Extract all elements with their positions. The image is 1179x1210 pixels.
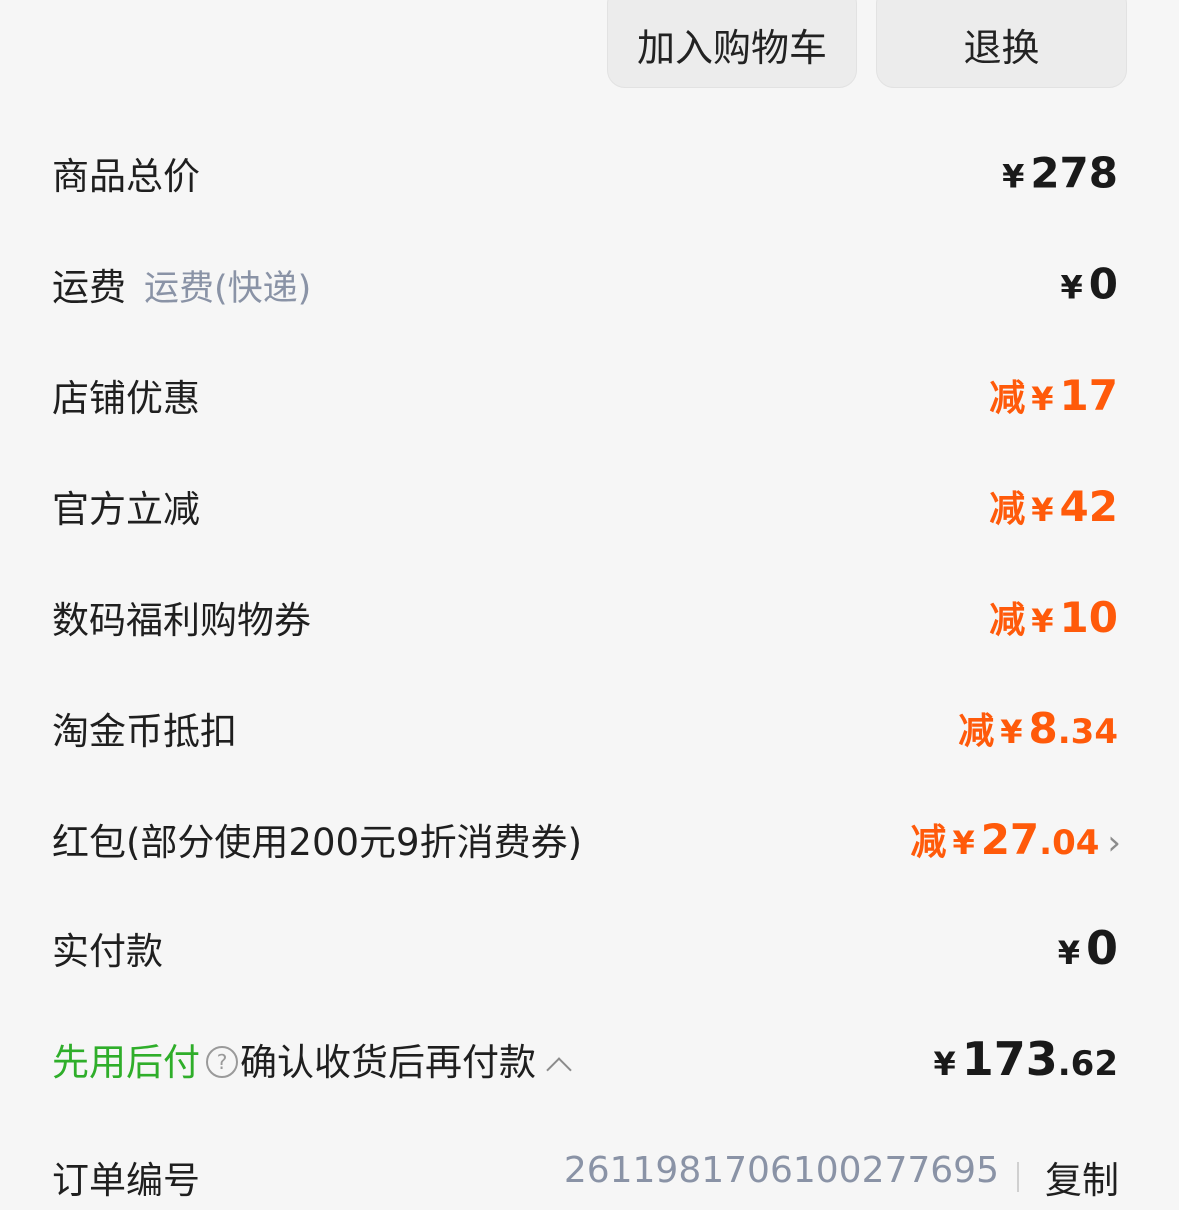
- official-discount-value: 减 ¥ 42: [989, 480, 1118, 532]
- shipping-label: 运费: [52, 266, 126, 309]
- row-order-number: 订单编号 2611981706100277695 复制: [0, 1150, 1179, 1210]
- red-packet-value: 减 ¥ 27.04 ›: [910, 813, 1121, 865]
- shipping-method: 运费(快递): [144, 269, 312, 309]
- discount-prefix: 减: [989, 600, 1026, 641]
- pay-later-cents: .62: [1057, 1044, 1118, 1084]
- official-discount-amount: 42: [1059, 482, 1118, 531]
- total-value: ¥ 278: [1002, 149, 1118, 198]
- actual-paid-amount: 0: [1085, 921, 1118, 975]
- discount-prefix: 减: [958, 711, 995, 752]
- row-red-packet[interactable]: 红包(部分使用200元9折消费券) 减 ¥ 27.04 ›: [0, 784, 1179, 894]
- store-discount-amount: 17: [1059, 371, 1118, 420]
- currency-symbol: ¥: [1060, 268, 1083, 307]
- red-packet-label: 红包(部分使用200元9折消费券): [52, 821, 583, 864]
- actual-paid-value: ¥ 0: [1058, 921, 1118, 975]
- row-shipping: 运费 运费(快递) ¥ 0: [0, 229, 1179, 339]
- pay-later-amount: 173: [961, 1032, 1058, 1086]
- digital-coupon-value: 减 ¥ 10: [989, 591, 1118, 643]
- store-discount-value: 减 ¥ 17: [989, 369, 1118, 421]
- pay-later-description: 确认收货后再付款: [240, 1041, 536, 1084]
- discount-prefix: 减: [910, 822, 947, 863]
- chevron-up-icon[interactable]: [546, 1057, 572, 1083]
- shipping-amount: 0: [1088, 259, 1118, 309]
- chevron-right-icon[interactable]: ›: [1107, 823, 1121, 863]
- order-number-label: 订单编号: [52, 1159, 200, 1202]
- row-taojin-coins: 淘金币抵扣 减 ¥ 8.34: [0, 673, 1179, 783]
- taojin-coins-value: 减 ¥ 8.34: [958, 702, 1118, 754]
- help-icon[interactable]: ?: [206, 1045, 238, 1078]
- total-label: 商品总价: [52, 155, 200, 198]
- order-number-value: 2611981706100277695: [563, 1150, 999, 1191]
- row-digital-coupon: 数码福利购物券 减 ¥ 10: [0, 562, 1179, 672]
- pay-later-label-group: 先用后付? 确认收货后再付款: [52, 1032, 572, 1086]
- taojin-coins-cents: .34: [1057, 712, 1118, 752]
- red-packet-cents: .04: [1039, 823, 1100, 863]
- row-total: 商品总价 ¥ 278: [0, 118, 1179, 228]
- discount-prefix: 减: [989, 489, 1026, 530]
- pay-later-value: ¥ 173.62: [933, 1032, 1118, 1086]
- digital-coupon-label: 数码福利购物券: [52, 599, 311, 642]
- shipping-value: ¥ 0: [1061, 260, 1119, 309]
- currency-symbol: ¥: [933, 1045, 956, 1083]
- order-divider: [1017, 1162, 1019, 1192]
- row-pay-later[interactable]: 先用后付? 确认收货后再付款 ¥ 173.62: [0, 1004, 1179, 1114]
- currency-symbol: ¥: [1057, 934, 1080, 972]
- add-to-cart-button[interactable]: 加入购物车: [607, 0, 857, 88]
- return-exchange-button[interactable]: 退换: [876, 0, 1127, 88]
- row-official-discount: 官方立减 减 ¥ 42: [0, 451, 1179, 561]
- currency-symbol: ¥: [1031, 602, 1054, 640]
- total-amount: 278: [1030, 148, 1118, 198]
- official-discount-label: 官方立减: [52, 488, 200, 531]
- pay-later-label: 先用后付: [52, 1041, 200, 1084]
- currency-symbol: ¥: [1002, 157, 1025, 196]
- discount-prefix: 减: [989, 378, 1026, 419]
- currency-symbol: ¥: [952, 824, 975, 862]
- copy-button[interactable]: 复制: [1045, 1150, 1119, 1204]
- taojin-coins-amount: 8: [1028, 704, 1058, 753]
- currency-symbol: ¥: [1031, 491, 1054, 529]
- shipping-label-group: 运费 运费(快递): [52, 257, 311, 311]
- store-discount-label: 店铺优惠: [52, 377, 200, 420]
- digital-coupon-amount: 10: [1059, 593, 1118, 642]
- row-store-discount: 店铺优惠 减 ¥ 17: [0, 340, 1179, 450]
- currency-symbol: ¥: [1031, 380, 1054, 418]
- top-actions: 加入购物车 退换: [0, 0, 1179, 100]
- red-packet-amount: 27: [980, 815, 1040, 864]
- actual-paid-label: 实付款: [52, 930, 163, 973]
- taojin-coins-label: 淘金币抵扣: [52, 710, 237, 753]
- row-actual-paid: 实付款 ¥ 0: [0, 893, 1179, 1003]
- currency-symbol: ¥: [1000, 713, 1023, 751]
